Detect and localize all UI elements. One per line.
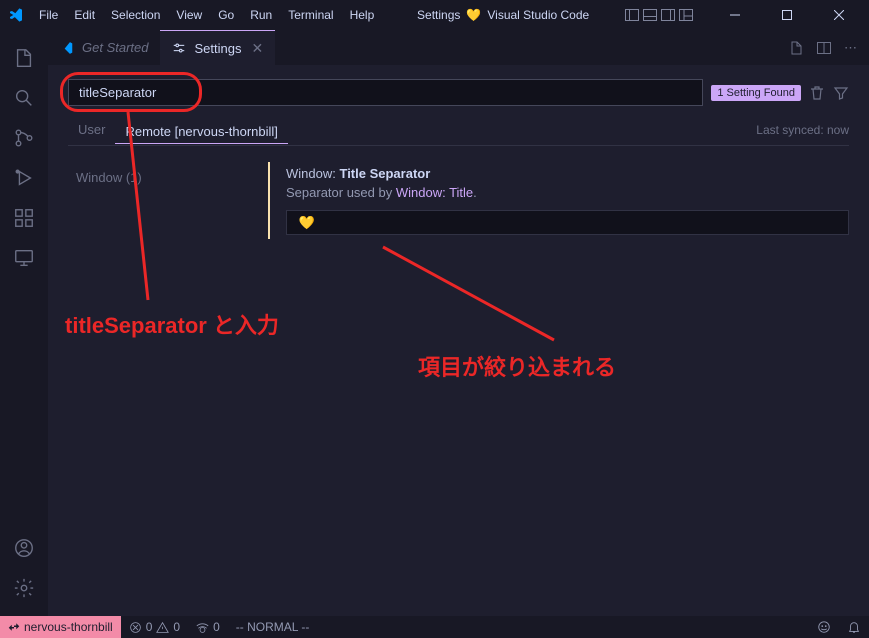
menu-bar: File Edit Selection View Go Run Terminal…: [32, 4, 381, 26]
toc-window[interactable]: Window (1): [68, 166, 248, 189]
close-button[interactable]: [817, 0, 861, 30]
activity-bottom: [0, 528, 48, 608]
problems-status[interactable]: 0 0: [121, 616, 188, 638]
vscode-tab-icon: [60, 40, 76, 56]
window-controls: [713, 0, 861, 30]
settings-search-input[interactable]: [68, 79, 703, 106]
vim-mode: -- NORMAL --: [228, 616, 318, 638]
setting-item: Window: Title Separator Separator used b…: [268, 162, 849, 239]
layout-sidebar-left-icon[interactable]: [625, 9, 639, 21]
ports-status[interactable]: 0: [188, 616, 228, 638]
layout-customize-icon[interactable]: [679, 9, 693, 21]
activity-bar: [0, 30, 48, 616]
tab-bar: Get Started Settings ✕ ⋯: [48, 30, 869, 65]
tab-get-started[interactable]: Get Started: [48, 30, 160, 65]
setting-category: Window:: [286, 166, 336, 181]
settings-editor: 1 Setting Found User Remote [nervous-tho…: [48, 65, 869, 616]
scope-remote[interactable]: Remote [nervous-thornbill]: [115, 120, 287, 144]
layout-sidebar-right-icon[interactable]: [661, 9, 675, 21]
editor-actions: ⋯: [788, 30, 869, 65]
menu-help[interactable]: Help: [343, 4, 382, 26]
explorer-icon[interactable]: [0, 38, 48, 78]
settings-toc: Window (1): [68, 162, 248, 239]
setting-name: Title Separator: [339, 166, 430, 181]
setting-title: Window: Title Separator: [286, 166, 849, 181]
feedback-icon[interactable]: [809, 620, 839, 634]
scope-user[interactable]: User: [68, 118, 115, 141]
results-count-badge: 1 Setting Found: [711, 85, 801, 101]
remote-name: nervous-thornbill: [24, 620, 113, 634]
setting-value-input[interactable]: [286, 210, 849, 235]
settings-scope-tabs: User Remote [nervous-thornbill] Last syn…: [68, 118, 849, 146]
extensions-icon[interactable]: [0, 198, 48, 238]
settings-search-row: 1 Setting Found: [68, 79, 849, 106]
tab-label: Get Started: [82, 40, 148, 55]
layout-controls: [625, 9, 693, 21]
status-bar: nervous-thornbill 0 0 0 -- NORMAL --: [0, 616, 869, 638]
search-icon[interactable]: [0, 78, 48, 118]
menu-edit[interactable]: Edit: [67, 4, 102, 26]
run-debug-icon[interactable]: [0, 158, 48, 198]
remote-explorer-icon[interactable]: [0, 238, 48, 278]
title-bar: File Edit Selection View Go Run Terminal…: [0, 0, 869, 30]
tab-settings[interactable]: Settings ✕: [160, 30, 275, 65]
settings-results: Window (1) Window: Title Separator Separ…: [68, 162, 849, 239]
title-prefix: Settings: [417, 8, 460, 22]
close-icon[interactable]: ✕: [251, 40, 263, 57]
source-control-icon[interactable]: [0, 118, 48, 158]
minimize-button[interactable]: [713, 0, 757, 30]
title-suffix: Visual Studio Code: [487, 8, 589, 22]
window-title: Settings 💛 Visual Studio Code: [381, 8, 625, 22]
filter-icon[interactable]: [833, 85, 849, 101]
accounts-icon[interactable]: [0, 528, 48, 568]
more-actions-icon[interactable]: ⋯: [844, 40, 857, 56]
setting-description: Separator used by Window: Title.: [286, 185, 849, 200]
sync-status[interactable]: Last synced: now: [756, 123, 849, 137]
maximize-button[interactable]: [765, 0, 809, 30]
heart-icon: 💛: [466, 8, 481, 22]
main-area: Get Started Settings ✕ ⋯ 1 Setting Found: [0, 30, 869, 616]
settings-gear-icon[interactable]: [0, 568, 48, 608]
setting-link[interactable]: Window: Title: [396, 185, 473, 200]
menu-run[interactable]: Run: [243, 4, 279, 26]
menu-file[interactable]: File: [32, 4, 65, 26]
clear-search-icon[interactable]: [809, 85, 825, 101]
editor-area: Get Started Settings ✕ ⋯ 1 Setting Found: [48, 30, 869, 616]
open-settings-json-icon[interactable]: [788, 40, 804, 56]
menu-view[interactable]: View: [169, 4, 209, 26]
remote-indicator[interactable]: nervous-thornbill: [0, 616, 121, 638]
settings-tab-icon: [172, 40, 188, 56]
split-editor-icon[interactable]: [816, 40, 832, 56]
tab-label: Settings: [194, 41, 241, 56]
menu-selection[interactable]: Selection: [104, 4, 167, 26]
menu-terminal[interactable]: Terminal: [281, 4, 340, 26]
notifications-icon[interactable]: [839, 620, 869, 634]
menu-go[interactable]: Go: [211, 4, 241, 26]
layout-panel-icon[interactable]: [643, 9, 657, 21]
vscode-icon: [8, 7, 24, 23]
